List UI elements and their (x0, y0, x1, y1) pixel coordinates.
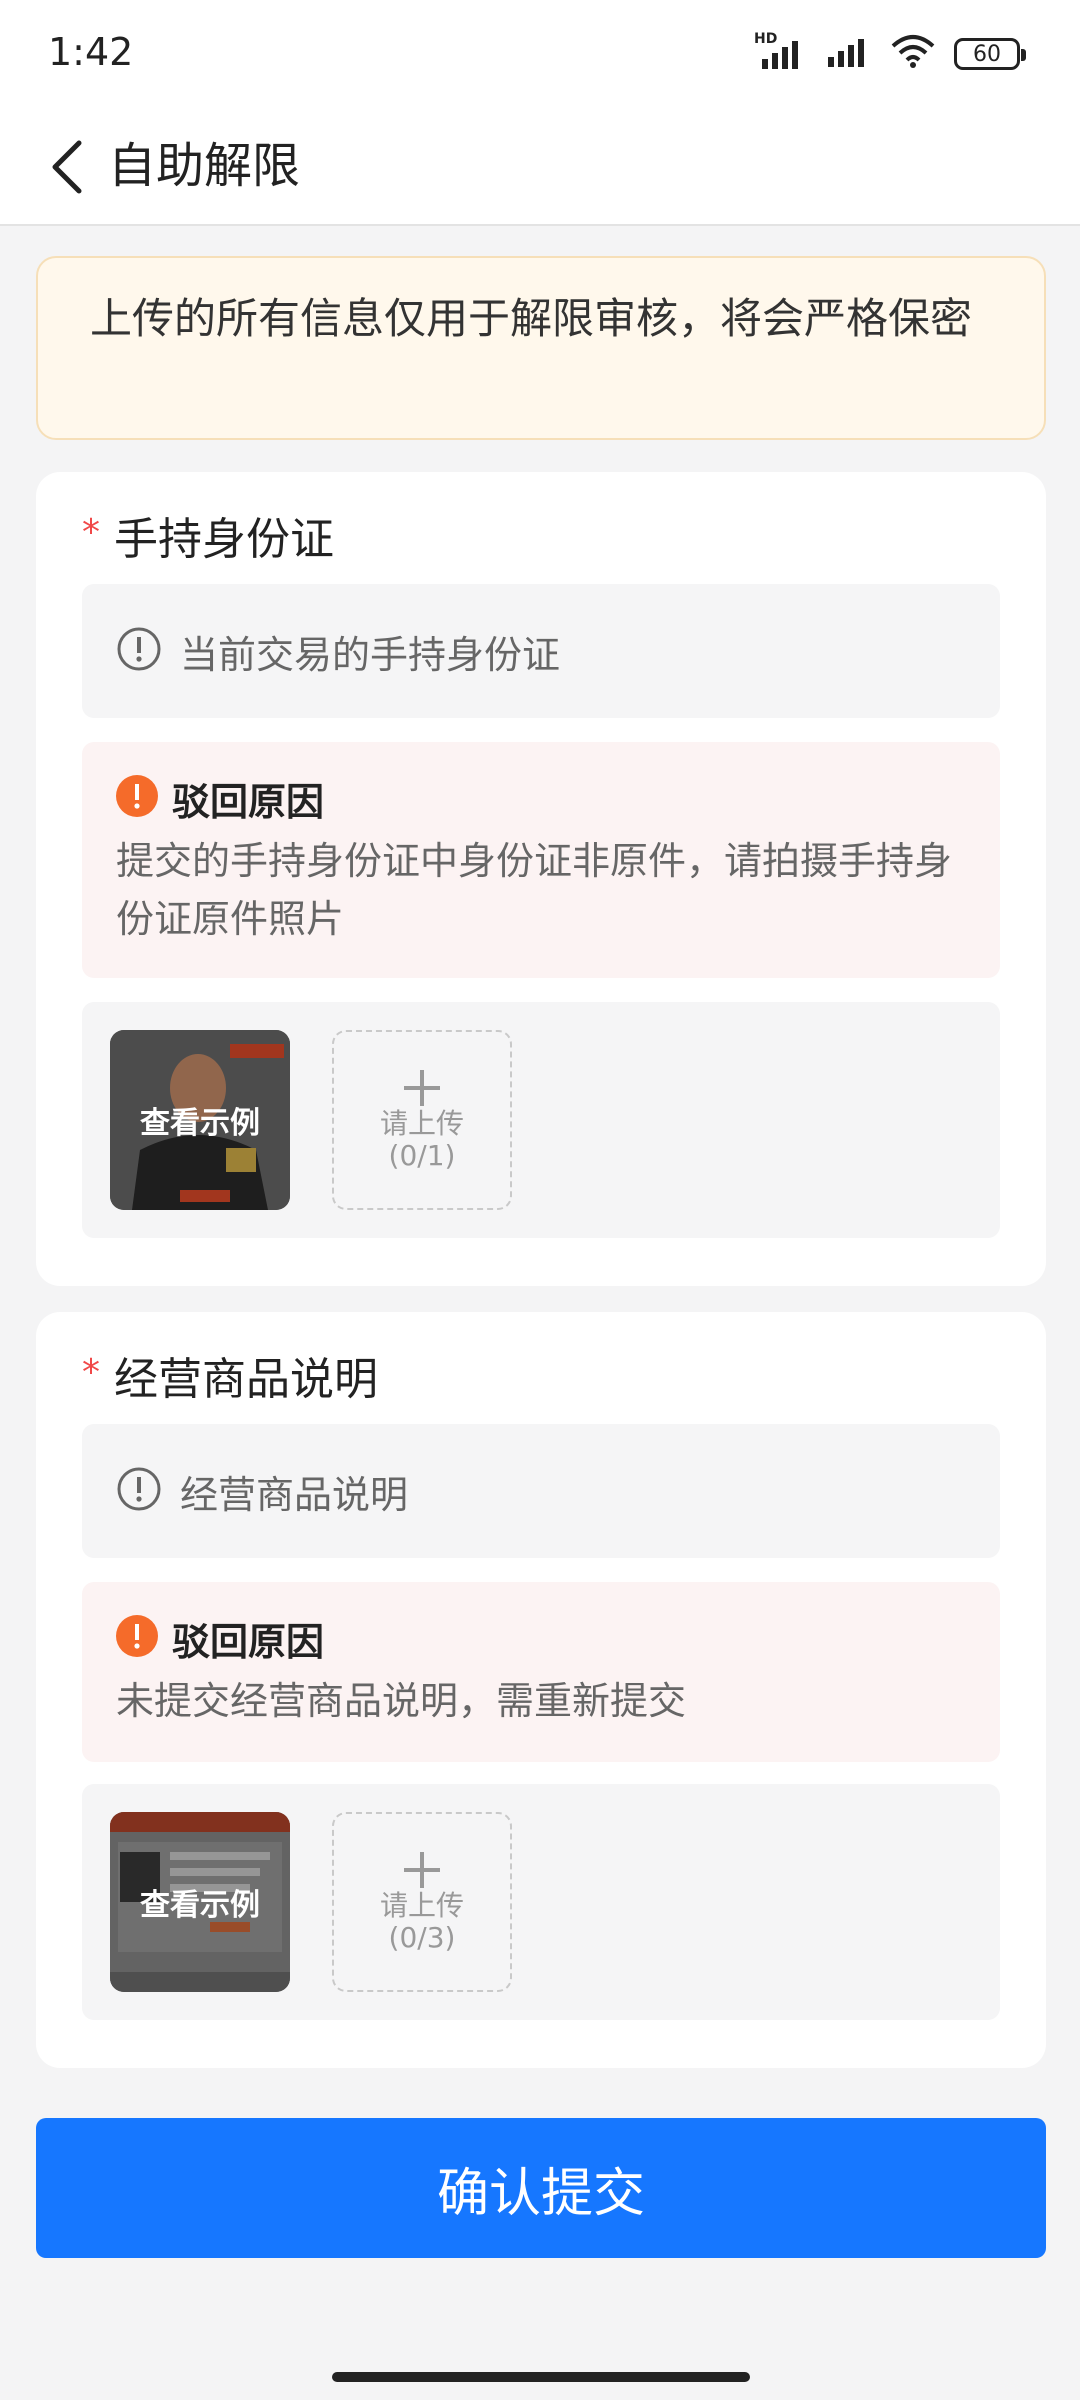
hint-box: 当前交易的手持身份证 (82, 584, 1000, 718)
example-label: 查看示例 (110, 1030, 290, 1210)
hint-text: 经营商品说明 (180, 1472, 409, 1517)
upload-button[interactable]: 请上传 (0/1) (332, 1030, 512, 1210)
plus-icon (404, 1852, 440, 1888)
example-thumbnail[interactable]: 查看示例 (110, 1030, 290, 1210)
example-label: 查看示例 (110, 1812, 290, 1992)
alert-icon (116, 775, 158, 821)
section-product-description: * 经营商品说明 经营商品说明 驳回原因 未提交经营商品说明，需重新提交 查看示… (36, 1312, 1046, 2068)
upload-area: 查看示例 请上传 (0/1) (82, 1002, 1000, 1238)
alert-icon (116, 1615, 158, 1661)
reject-title: 驳回原因 (172, 1619, 325, 1664)
hd-badge: HD (754, 31, 778, 47)
privacy-notice: 上传的所有信息仅用于解限审核，将会严格保密 (36, 256, 1046, 440)
required-mark: * (82, 1352, 100, 1393)
reject-reason-box: 驳回原因 未提交经营商品说明，需重新提交 (82, 1582, 1000, 1762)
section-title-text: 经营商品说明 (114, 1354, 378, 1405)
section-title: * 手持身份证 (82, 508, 334, 575)
upload-area: 查看示例 请上传 (0/3) (82, 1784, 1000, 2020)
upload-count: (0/1) (388, 1139, 456, 1172)
section-id-card: * 手持身份证 当前交易的手持身份证 驳回原因 提交的手持身份证中身份证非原件，请… (36, 472, 1046, 1286)
section-title: * 经营商品说明 (82, 1348, 378, 1415)
plus-icon (404, 1070, 440, 1106)
hint-text: 当前交易的手持身份证 (180, 632, 561, 677)
reject-reason-box: 驳回原因 提交的手持身份证中身份证非原件，请拍摄手持身份证原件照片 (82, 742, 1000, 978)
battery-level: 60 (973, 41, 1001, 67)
back-icon[interactable] (32, 132, 102, 202)
nav-bar: 自助解限 (0, 110, 1080, 226)
home-indicator[interactable] (332, 2372, 750, 2382)
info-icon (116, 626, 162, 676)
page-title: 自助解限 (108, 138, 301, 194)
reject-text: 未提交经营商品说明，需重新提交 (116, 1679, 687, 1723)
example-thumbnail[interactable]: 查看示例 (110, 1812, 290, 1992)
signal-icon (824, 35, 872, 73)
status-icons: HD 60 (754, 31, 1026, 74)
upload-label: 请上传 (379, 1889, 464, 1922)
info-icon (116, 1466, 162, 1516)
upload-label: 请上传 (379, 1107, 464, 1140)
status-bar: 1:42 HD 60 (0, 0, 1080, 110)
submit-button[interactable]: 确认提交 (36, 2118, 1046, 2258)
hd-signal-icon: HD (754, 31, 806, 71)
required-mark: * (82, 512, 100, 553)
battery-icon: 60 (954, 38, 1026, 70)
upload-button[interactable]: 请上传 (0/3) (332, 1812, 512, 1992)
upload-count: (0/3) (388, 1921, 456, 1954)
wifi-icon (890, 34, 936, 74)
status-time: 1:42 (48, 30, 134, 74)
section-title-text: 手持身份证 (114, 514, 334, 565)
content-area: 上传的所有信息仅用于解限审核，将会严格保密 * 手持身份证 当前交易的手持身份证 … (0, 228, 1080, 2080)
reject-title: 驳回原因 (172, 779, 325, 824)
hint-box: 经营商品说明 (82, 1424, 1000, 1558)
reject-text: 提交的手持身份证中身份证非原件，请拍摄手持身份证原件照片 (116, 839, 953, 941)
